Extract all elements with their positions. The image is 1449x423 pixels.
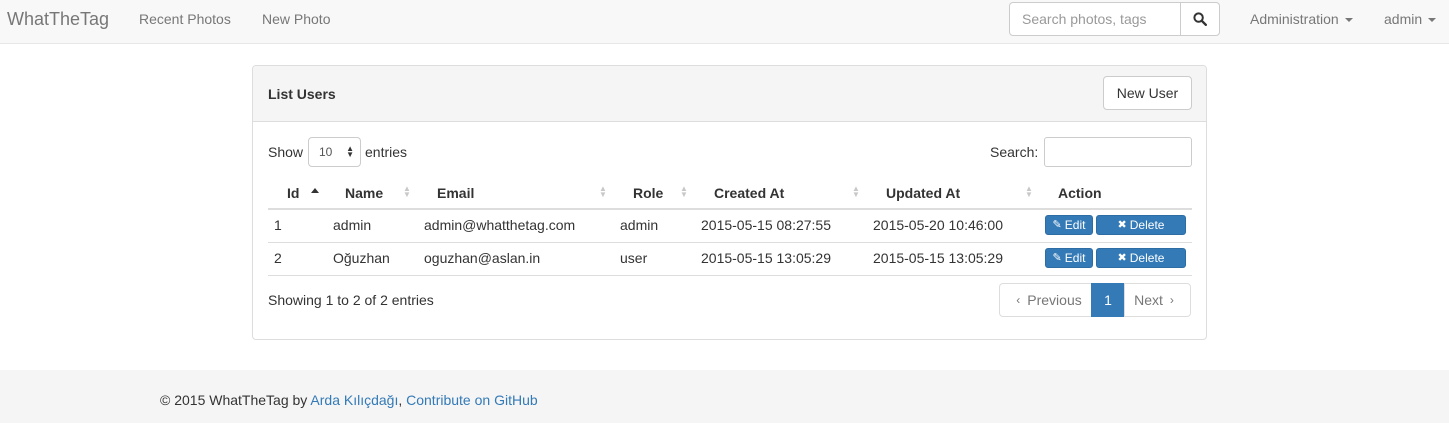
caret-down-icon [1428, 18, 1437, 23]
length-label-show: Show [268, 144, 304, 160]
delete-user-button[interactable]: ✖ Delete [1096, 215, 1186, 235]
cell-created: 2015-05-15 13:05:29 [701, 250, 831, 266]
user-label: admin [1384, 11, 1423, 27]
column-header-id[interactable]: Id [287, 185, 299, 201]
search-icon [1193, 12, 1207, 26]
pagination: ‹ Previous 1 Next › [999, 283, 1191, 317]
column-header-email[interactable]: Email [437, 185, 474, 201]
select-arrows-icon: ▲ ▼ [346, 144, 354, 159]
footer-separator: , [398, 392, 407, 408]
pagination-next[interactable]: Next › [1124, 283, 1191, 317]
delete-label: Delete [1129, 251, 1165, 265]
cell-email: admin@whatthetag.com [424, 217, 576, 233]
caret-down-icon [1344, 18, 1353, 23]
entries-per-page-select[interactable]: 10 ▲ ▼ [308, 137, 361, 167]
table-search-input[interactable] [1044, 137, 1192, 167]
column-header-updated[interactable]: Updated At [886, 185, 960, 201]
pagination-previous-label: Previous [1027, 292, 1082, 308]
footer-copyright: © 2015 WhatTheTag by [160, 392, 311, 408]
sort-icon: ▲ ▼ [680, 184, 688, 199]
pagination-previous[interactable]: ‹ Previous [999, 283, 1092, 317]
footer-author-link[interactable]: Arda Kılıçdağı [310, 392, 398, 408]
footer: © 2015 WhatTheTag by Arda Kılıçdağı, Con… [0, 370, 1449, 423]
footer-github-link[interactable]: Contribute on GitHub [406, 392, 538, 408]
panel-title: List Users [268, 86, 336, 102]
edit-label: Edit [1064, 218, 1086, 232]
delete-icon: ✖ [1117, 218, 1127, 231]
brand-logo[interactable]: WhatTheTag [7, 9, 109, 30]
pagination-page-number: 1 [1104, 292, 1112, 308]
new-user-button[interactable]: New User [1103, 76, 1192, 110]
row-divider [268, 242, 1192, 243]
cell-id: 1 [274, 217, 282, 233]
cell-role: user [620, 250, 648, 266]
chevron-right-icon: › [1169, 293, 1174, 307]
search-button[interactable] [1180, 2, 1220, 36]
nav-new-photo[interactable]: New Photo [262, 11, 330, 27]
edit-icon: ✎ [1052, 251, 1062, 264]
cell-name: Oğuzhan [333, 250, 390, 266]
column-header-name[interactable]: Name [345, 185, 383, 201]
chevron-left-icon: ‹ [1016, 293, 1021, 307]
length-label-entries: entries [365, 144, 408, 160]
pagination-next-label: Next [1134, 292, 1163, 308]
delete-label: Delete [1129, 218, 1165, 232]
column-header-action: Action [1058, 185, 1102, 201]
delete-icon: ✖ [1117, 251, 1127, 264]
sort-icon: ▲ ▼ [852, 184, 860, 199]
delete-user-button[interactable]: ✖ Delete [1096, 248, 1186, 268]
cell-updated: 2015-05-20 10:46:00 [873, 217, 1003, 233]
pagination-page-current[interactable]: 1 [1091, 283, 1125, 317]
sort-icon: ▲ ▼ [599, 184, 607, 199]
table-info: Showing 1 to 2 of 2 entries [268, 292, 434, 308]
nav-recent-photos[interactable]: Recent Photos [139, 11, 231, 27]
cell-id: 2 [274, 250, 282, 266]
sort-icon: ▲ ▼ [1025, 184, 1033, 199]
sort-asc-icon [311, 188, 319, 193]
sort-icon: ▲ ▼ [403, 184, 411, 199]
cell-role: admin [620, 217, 659, 233]
footer-text: © 2015 WhatTheTag by Arda Kılıçdağı, Con… [160, 392, 538, 408]
row-divider [268, 275, 1192, 276]
panel-heading: List Users New User [253, 66, 1206, 122]
edit-icon: ✎ [1052, 218, 1062, 231]
column-header-created[interactable]: Created At [714, 185, 784, 201]
search-input[interactable] [1009, 2, 1181, 36]
navbar: WhatTheTag Recent Photos New Photo Admin… [0, 0, 1449, 44]
cell-email: oguzhan@aslan.in [424, 250, 541, 266]
entries-per-page-value: 10 [319, 145, 333, 159]
cell-updated: 2015-05-15 13:05:29 [873, 250, 1003, 266]
edit-user-button[interactable]: ✎ Edit [1045, 248, 1093, 268]
column-header-role[interactable]: Role [633, 185, 663, 201]
user-dropdown[interactable]: admin [1384, 11, 1437, 27]
edit-user-button[interactable]: ✎ Edit [1045, 215, 1093, 235]
search-form [1009, 2, 1220, 36]
cell-created: 2015-05-15 08:27:55 [701, 217, 831, 233]
table-search-label: Search: [990, 144, 1039, 160]
users-panel: List Users New User Show 10 ▲ ▼ entries S… [252, 65, 1207, 340]
table-header-divider [268, 208, 1192, 210]
administration-label: Administration [1250, 11, 1339, 27]
edit-label: Edit [1064, 251, 1086, 265]
cell-name: admin [333, 217, 372, 233]
administration-dropdown[interactable]: Administration [1250, 11, 1353, 27]
